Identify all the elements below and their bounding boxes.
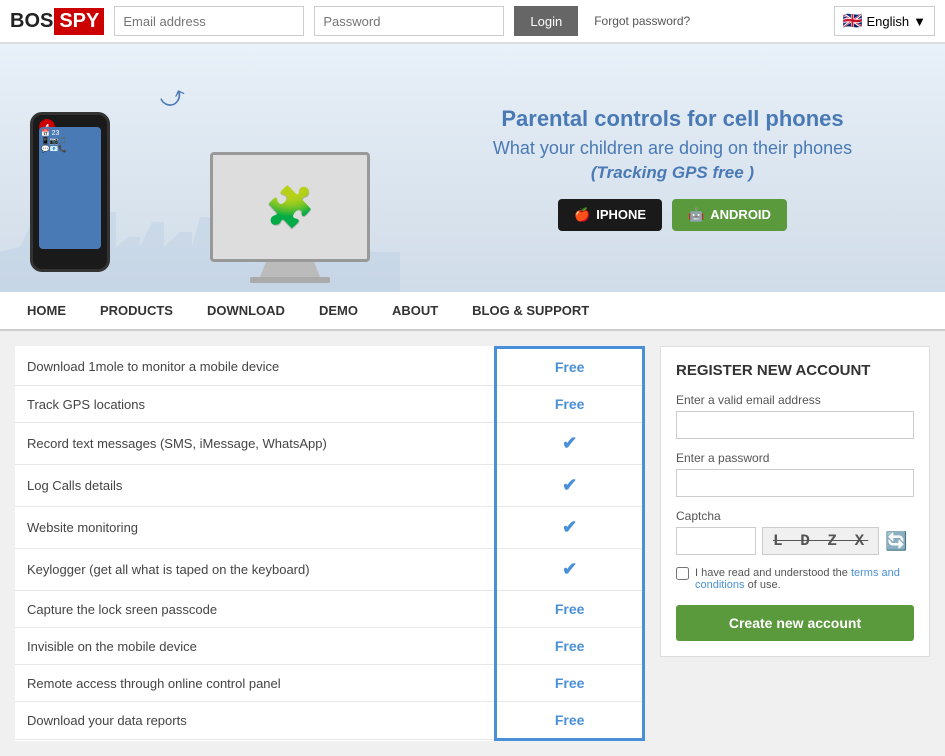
hero-title: Parental controls for cell phones — [430, 105, 915, 134]
table-row: Remote access through online control pan… — [15, 665, 644, 702]
terms-suffix: of use. — [745, 579, 781, 591]
feature-value: Free — [496, 702, 644, 740]
phone-screen-content: 📅 23📱📷🎵💬📧📞 — [39, 127, 101, 155]
apple-icon: 🍎 — [574, 207, 590, 223]
hero-right: Parental controls for cell phones What y… — [400, 85, 945, 251]
android-label: ANDROID — [710, 207, 771, 222]
table-row: Website monitoring✔ — [15, 507, 644, 549]
table-row: Log Calls details✔ — [15, 465, 644, 507]
feature-value: Free — [496, 591, 644, 628]
iphone-button[interactable]: 🍎 IPHONE — [558, 199, 662, 231]
main-content: Download 1mole to monitor a mobile devic… — [0, 331, 945, 756]
feature-name: Capture the lock sreen passcode — [15, 591, 496, 628]
feature-value: Free — [496, 628, 644, 665]
nav-item-products[interactable]: PRODUCTS — [83, 292, 190, 329]
feature-name: Website monitoring — [15, 507, 496, 549]
forgot-password-link[interactable]: Forgot password? — [594, 14, 690, 28]
hero-section: 4 📅 23📱📷🎵💬📧📞 ⤻ 🧩 Parental controls for c… — [0, 44, 945, 292]
features-section: Download 1mole to monitor a mobile devic… — [15, 346, 645, 741]
header: BOS SPY Login Forgot password? 🇬🇧 Englis… — [0, 0, 945, 44]
feature-value: ✔ — [496, 507, 644, 549]
terms-prefix: I have read and understood the — [695, 567, 851, 579]
hero-arrow-icon: ⤻ — [156, 80, 190, 115]
mac-screen: 🧩 — [210, 152, 370, 262]
android-button[interactable]: 🤖 ANDROID — [672, 199, 787, 231]
features-table: Download 1mole to monitor a mobile devic… — [15, 346, 645, 741]
hero-subtitle2-suffix: ) — [744, 163, 754, 182]
register-title-rest: NEW ACCOUNT — [753, 362, 871, 379]
register-email-input[interactable] — [676, 411, 914, 439]
email-input[interactable] — [114, 6, 304, 36]
mac-base — [250, 277, 330, 283]
hero-subtitle: What your children are doing on their ph… — [430, 138, 915, 159]
feature-value: Free — [496, 386, 644, 423]
table-row: Record text messages (SMS, iMessage, Wha… — [15, 423, 644, 465]
nav-item-download[interactable]: DOWNLOAD — [190, 292, 302, 329]
hero-subtitle2: (Tracking GPS free ) — [430, 163, 915, 183]
iphone-label: IPHONE — [596, 207, 646, 222]
features-tbody: Download 1mole to monitor a mobile devic… — [15, 348, 644, 740]
logo[interactable]: BOS SPY — [10, 8, 104, 35]
feature-name: Remote access through online control pan… — [15, 665, 496, 702]
feature-name: Track GPS locations — [15, 386, 496, 423]
terms-text: I have read and understood the terms and… — [695, 567, 914, 591]
table-row: Track GPS locationsFree — [15, 386, 644, 423]
login-button[interactable]: Login — [514, 6, 578, 36]
captcha-input[interactable] — [676, 527, 756, 555]
hero-free-text: free — [712, 163, 743, 182]
mac-mockup: 🧩 — [210, 152, 370, 282]
language-selector[interactable]: 🇬🇧 English ▼ — [834, 6, 935, 36]
logo-spy: SPY — [54, 8, 104, 35]
password-label: Enter a password — [676, 451, 914, 465]
feature-value: ✔ — [496, 549, 644, 591]
hero-left: 4 📅 23📱📷🎵💬📧📞 ⤻ 🧩 — [0, 44, 400, 292]
register-title-bold: REGISTER — [676, 362, 753, 379]
language-label: English — [866, 14, 909, 29]
captcha-label: Captcha — [676, 509, 914, 523]
flag-icon: 🇬🇧 — [843, 11, 863, 31]
nav-item-blog[interactable]: BLOG & SUPPORT — [455, 292, 606, 329]
table-row: Download your data reportsFree — [15, 702, 644, 740]
puzzle-icon: 🧩 — [265, 184, 315, 231]
captcha-image: L D Z X — [762, 527, 879, 555]
phone-mockup: 4 📅 23📱📷🎵💬📧📞 — [30, 112, 110, 272]
nav-item-demo[interactable]: DEMO — [302, 292, 375, 329]
feature-name: Download your data reports — [15, 702, 496, 740]
store-buttons: 🍎 IPHONE 🤖 ANDROID — [430, 199, 915, 231]
table-row: Keylogger (get all what is taped on the … — [15, 549, 644, 591]
feature-name: Download 1mole to monitor a mobile devic… — [15, 348, 496, 386]
feature-name: Invisible on the mobile device — [15, 628, 496, 665]
feature-name: Record text messages (SMS, iMessage, Wha… — [15, 423, 496, 465]
table-row: Download 1mole to monitor a mobile devic… — [15, 348, 644, 386]
hero-subtitle2-prefix: (Tracking GPS — [591, 163, 713, 182]
table-row: Invisible on the mobile deviceFree — [15, 628, 644, 665]
terms-checkbox[interactable] — [676, 567, 689, 580]
nav-item-about[interactable]: ABOUT — [375, 292, 455, 329]
feature-value: Free — [496, 348, 644, 386]
password-input[interactable] — [314, 6, 504, 36]
feature-value: ✔ — [496, 423, 644, 465]
logo-bos: BOS — [10, 10, 53, 33]
captcha-row: L D Z X 🔄 — [676, 527, 914, 555]
feature-name: Keylogger (get all what is taped on the … — [15, 549, 496, 591]
phone-screen: 📅 23📱📷🎵💬📧📞 — [39, 127, 101, 249]
register-password-input[interactable] — [676, 469, 914, 497]
feature-value: Free — [496, 665, 644, 702]
register-panel: REGISTER NEW ACCOUNT Enter a valid email… — [660, 346, 930, 657]
table-row: Capture the lock sreen passcodeFree — [15, 591, 644, 628]
feature-name: Log Calls details — [15, 465, 496, 507]
terms-row: I have read and understood the terms and… — [676, 567, 914, 591]
dropdown-arrow-icon: ▼ — [913, 14, 926, 29]
email-label: Enter a valid email address — [676, 393, 914, 407]
mac-stand — [260, 262, 320, 277]
feature-value: ✔ — [496, 465, 644, 507]
nav-item-home[interactable]: HOME — [10, 292, 83, 329]
android-icon: 🤖 — [688, 207, 704, 223]
nav-bar: HOME PRODUCTS DOWNLOAD DEMO ABOUT BLOG &… — [0, 292, 945, 331]
captcha-refresh-icon[interactable]: 🔄 — [885, 531, 907, 552]
register-title: REGISTER NEW ACCOUNT — [676, 362, 914, 379]
